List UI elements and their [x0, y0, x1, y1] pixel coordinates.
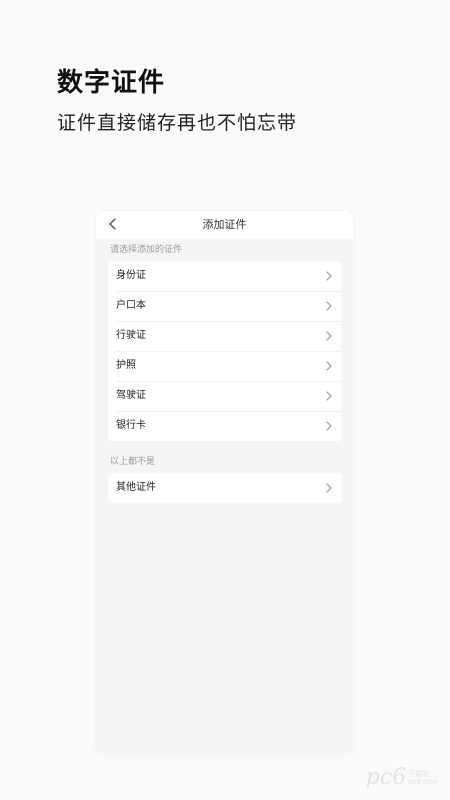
- list-item-label: 身份证: [116, 270, 146, 281]
- chevron-right-icon: [326, 361, 332, 371]
- list-item-label: 行驶证: [116, 330, 146, 341]
- list-item-label: 户口本: [116, 300, 146, 311]
- watermark-line-1: 下载站: [408, 770, 430, 778]
- chevron-right-icon: [326, 331, 332, 341]
- chevron-right-icon: [326, 271, 332, 281]
- nav-bar: 添加证件: [96, 211, 353, 239]
- list-item-label: 其他证件: [116, 482, 156, 493]
- list-item-label: 驾驶证: [116, 390, 146, 401]
- document-type-list: 身份证 户口本 行驶证 护照 驾驶证 银行卡: [108, 261, 341, 441]
- page-title: 添加证件: [202, 218, 247, 231]
- list-item-id-card[interactable]: 身份证: [108, 261, 341, 291]
- chevron-right-icon: [326, 421, 332, 431]
- section-label-other: 以上都不是: [110, 457, 156, 467]
- watermark-text: 下载站 pc6.com: [408, 770, 438, 786]
- list-item-other-document[interactable]: 其他证件: [108, 473, 341, 503]
- list-item-household-register[interactable]: 户口本: [108, 291, 341, 321]
- watermark-logo: pc6: [365, 765, 407, 790]
- list-item-bank-card[interactable]: 银行卡: [108, 411, 341, 441]
- chevron-right-icon: [326, 483, 332, 493]
- list-item-driver-license[interactable]: 驾驶证: [108, 381, 341, 411]
- chevron-right-icon: [326, 391, 332, 401]
- chevron-right-icon: [326, 301, 332, 311]
- promo-title: 数字证件: [57, 68, 166, 98]
- list-item-label: 银行卡: [116, 420, 146, 431]
- watermark-line-2: pc6.com: [408, 778, 438, 786]
- promo-subtitle: 证件直接储存再也不怕忘带: [57, 112, 298, 134]
- list-item-label: 护照: [116, 360, 136, 371]
- list-item-vehicle-license[interactable]: 行驶证: [108, 321, 341, 351]
- watermark: pc6 下载站 pc6.com: [366, 766, 438, 790]
- other-document-list: 其他证件: [108, 473, 341, 503]
- phone-screen: 添加证件 请选择添加的证件 身份证 户口本 行驶证 护照 驾驶证 银行卡 以上都…: [96, 211, 353, 754]
- list-item-passport[interactable]: 护照: [108, 351, 341, 381]
- section-label-select: 请选择添加的证件: [110, 245, 183, 255]
